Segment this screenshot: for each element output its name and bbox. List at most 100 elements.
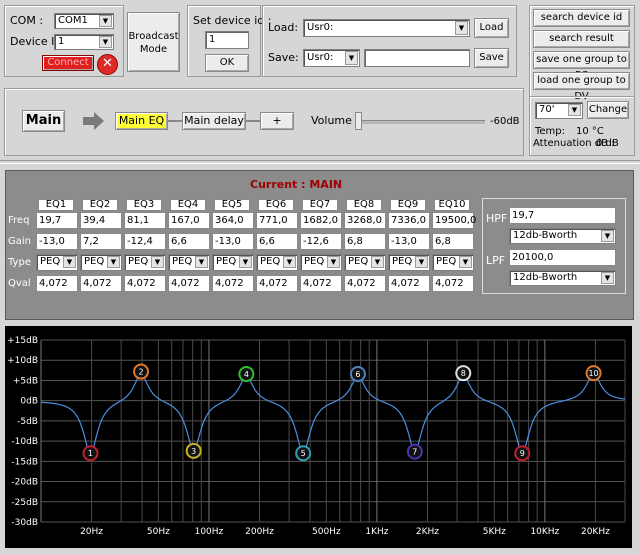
eq-type-select[interactable]: PEQ ▼ [124,254,166,271]
eq-type-select[interactable]: PEQ ▼ [432,254,474,271]
hpf-freq-input[interactable]: 19,7 [509,207,616,224]
eq-q-input[interactable]: 4,072 [256,275,298,292]
save-name-input[interactable] [364,49,470,67]
lpf-freq-input[interactable]: 20100,0 [509,249,616,266]
y-tick-label: 0dB [20,397,38,407]
set-device-label: Set device id : [193,14,272,27]
eq-curve-svg: +15dB +10dB +5dB 0dB -5dB -10dB -15dB -20dB -25d… [7,336,626,537]
hpf-slope-select[interactable]: 12db-Bworth ▼ [509,228,616,244]
search-result-button[interactable]: search result [533,30,630,48]
eq-freq-input[interactable]: 1682,0 [300,212,342,229]
eq-band-header: EQ7 [302,199,338,211]
eq-row-label: Freq [8,215,30,226]
eq-q-input[interactable]: 4,072 [124,275,166,292]
main-eq-button[interactable]: Main EQ [115,112,168,130]
disconnect-icon[interactable]: ✕ [97,54,118,75]
eq-q-input[interactable]: 4,072 [36,275,78,292]
lpf-slope-select[interactable]: 12db-Bworth ▼ [509,270,616,286]
x-tick-label: 100Hz [195,527,224,537]
device-id-select[interactable]: 1 ▼ [54,34,114,50]
x-tick-label: 50Hz [147,527,170,537]
eq-gain-input[interactable]: 7,2 [80,233,122,250]
eq-type-select[interactable]: PEQ ▼ [300,254,342,271]
chevron-down-icon: ▼ [151,256,164,268]
eq-q-input[interactable]: 4,072 [80,275,122,292]
eq-q-input[interactable]: 4,072 [432,275,474,292]
eq-point-label: 6 [355,370,360,379]
eq-freq-input[interactable]: 7336,0 [388,212,430,229]
load-group-to-dv-button[interactable]: load one group to DV [533,72,630,102]
eq-gain-input[interactable]: -13,0 [388,233,430,250]
y-tick-label: -15dB [11,457,38,467]
temp-label: Temp: [535,126,566,137]
eq-type-select[interactable]: PEQ ▼ [344,254,386,271]
volume-slider-track[interactable] [355,120,485,124]
temp-value: 10 °C [576,126,604,137]
volume-value: -60dB [490,116,520,127]
eq-type-select[interactable]: PEQ ▼ [388,254,430,271]
eq-freq-input[interactable]: 167,0 [168,212,210,229]
eq-gain-input[interactable]: 6,8 [432,233,474,250]
chevron-down-icon: ▼ [345,51,358,65]
volume-slider-thumb[interactable] [355,112,362,130]
change-button[interactable]: Change [587,101,629,119]
chevron-down-icon: ▼ [415,256,428,268]
search-device-id-button[interactable]: search device id [533,9,630,27]
eq-row-label: Gain [8,236,31,247]
eq-gain-input[interactable]: -12,6 [300,233,342,250]
save-select[interactable]: Usr0: ▼ [303,49,360,67]
attenuation-value: 0 dB [596,138,619,149]
eq-freq-input[interactable]: 19,7 [36,212,78,229]
set-device-input[interactable]: 1 [205,31,249,49]
load-select[interactable]: Usr0: ▼ [303,19,470,37]
broadcast-mode-button[interactable]: Broadcast Mode [127,12,180,72]
divider [0,160,640,164]
eq-type-select[interactable]: PEQ ▼ [168,254,210,271]
x-tick-label: 2KHz [416,527,439,537]
eq-q-input[interactable]: 4,072 [388,275,430,292]
main-button[interactable]: Main [22,110,65,132]
eq-band-header: EQ8 [346,199,382,211]
eq-type-select[interactable]: PEQ ▼ [36,254,78,271]
eq-row-label: Type [8,257,31,268]
ok-button[interactable]: OK [205,54,249,72]
eq-point-label: 4 [244,370,249,379]
eq-q-input[interactable]: 4,072 [344,275,386,292]
eq-q-input[interactable]: 4,072 [300,275,342,292]
x-tick-label: 200Hz [245,527,274,537]
eq-freq-input[interactable]: 39,4 [80,212,122,229]
eq-gain-input[interactable]: -13,0 [212,233,254,250]
chevron-down-icon: ▼ [283,256,296,268]
eq-gain-input[interactable]: -13,0 [36,233,78,250]
eq-gain-input[interactable]: 6,6 [168,233,210,250]
com-select[interactable]: COM1 ▼ [54,13,114,29]
eq-freq-input[interactable]: 364,0 [212,212,254,229]
eq-freq-input[interactable]: 81,1 [124,212,166,229]
eq-type-select[interactable]: PEQ ▼ [80,254,122,271]
eq-gain-input[interactable]: -12,4 [124,233,166,250]
chevron-down-icon: ▼ [107,256,120,268]
arrow-right-icon [83,110,105,132]
eq-freq-input[interactable]: 771,0 [256,212,298,229]
eq-gain-input[interactable]: 6,6 [256,233,298,250]
save-button[interactable]: Save [474,48,509,68]
main-delay-button[interactable]: Main delay [182,112,246,130]
chevron-down-icon: ▼ [99,15,112,27]
eq-q-input[interactable]: 4,072 [212,275,254,292]
eq-type-select[interactable]: PEQ ▼ [212,254,254,271]
connect-button[interactable]: Connect [42,55,94,71]
temp-threshold-select[interactable]: 70' ▼ [535,102,583,119]
add-module-button[interactable]: + [260,112,294,130]
load-button[interactable]: Load [474,18,509,38]
save-group-to-pc-button[interactable]: save one group to PC [533,51,630,81]
eq-band-header: EQ1 [38,199,74,211]
eq-freq-input[interactable]: 19500,0 [432,212,476,229]
eq-gain-input[interactable]: 6,8 [344,233,386,250]
load-label: Load: [268,21,299,34]
eq-band-header: EQ5 [214,199,250,211]
eq-q-input[interactable]: 4,072 [168,275,210,292]
x-tick-label: 1KHz [365,527,388,537]
eq-type-select[interactable]: PEQ ▼ [256,254,298,271]
chevron-down-icon: ▼ [601,272,614,284]
eq-freq-input[interactable]: 3268,0 [344,212,386,229]
